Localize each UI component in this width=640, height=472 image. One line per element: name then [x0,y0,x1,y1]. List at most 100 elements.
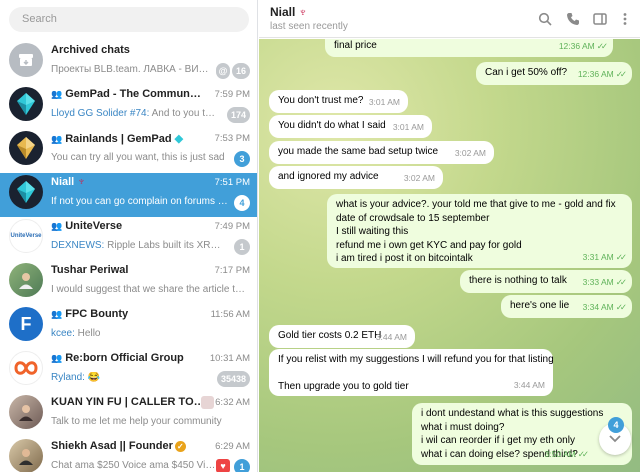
message-time: 3:44 AM [513,379,545,390]
kuan-avatar [9,395,43,429]
message-incoming[interactable]: you made the same bad setup twice 3:02 A… [269,141,494,164]
message-incoming[interactable]: Gold tier costs 0.2 ETH 3:44 AM [269,325,415,348]
message-time: 3:44 AM [375,331,407,342]
unread-count-badge: 4 [608,417,624,433]
message-time: 12:36 AM [558,40,595,51]
message-time: 12:36 AM [577,68,614,79]
chat-item-niall[interactable]: Niall ♆ 7:51 PM If not you can go complai… [0,173,257,217]
chat-item-tushar[interactable]: Tushar Periwal 7:17 PM I would suggest t… [0,261,257,305]
message-incoming[interactable]: You didn't do what I said 3:01 AM [269,115,432,138]
chat-title: Rainlands | GemPad [65,133,172,145]
message-incoming[interactable]: If you relist with my suggestions I will… [269,349,554,396]
chat-item-reborn[interactable]: 👥 Re:born Official Group 10:31 AM Ryland:… [0,349,257,393]
chat-time: 6:29 AM [215,441,250,452]
rainlands-avatar [9,131,43,165]
chat-title: GemPad - The Community's Lau... [65,88,201,100]
message-time: 3:33 AM [582,276,614,287]
message-outgoing[interactable]: final price 12:36 AM ✓✓ [325,39,613,57]
chat-preview: Talk to me let me help your community [51,416,222,427]
chat-time: 7:17 PM [214,265,250,276]
chat-sender: Ryland: [51,372,85,383]
chat-title: Shiekh Asad || Founder [51,440,173,452]
chat-title: UniteVerse [65,220,123,232]
message-outgoing[interactable]: there is nothing to talk 3:33 AM ✓✓ [460,270,632,293]
reborn-avatar [9,351,43,385]
message-incoming[interactable]: and ignored my advice 3:02 AM [269,166,443,189]
message-text: what is your advice?. your told me that … [336,199,616,210]
chat-title: Niall [51,176,75,188]
chat-item-archived[interactable]: Archived chats Проекты BLB.team. ЛАВКА -… [0,41,257,85]
message-time: 3:01 AM [368,96,400,107]
chat-preview: I would suggest that we share the articl… [51,284,249,295]
double-check-icon: ✓✓ [577,448,589,459]
shiekh-avatar [9,439,43,472]
chat-time: 7:49 PM [214,221,250,232]
double-check-icon: ✓✓ [615,68,627,79]
double-check-icon: ✓✓ [596,40,608,51]
message-text: i am tired i post it on bitcointalk [336,253,473,264]
phone-icon[interactable] [565,11,581,27]
chat-item-uniteverse[interactable]: UniteVerse 👥 UniteVerse 7:49 PM DEXNEWS: … [0,217,257,261]
chat-preview: You can try all you want, this is just s… [51,152,225,163]
chat-sender: DEXNEWS: [51,240,105,251]
chat-time: 11:56 AM [210,309,250,320]
message-text: Then upgrade you to gold tier [278,381,409,392]
unread-badge: 35438 [216,371,250,387]
message-text: what i can doing else? spend third? [421,448,578,460]
chat-sender: kcee: [51,328,75,339]
unread-badge: 1 [234,239,250,255]
sidebar-toggle-icon[interactable] [592,11,608,27]
chevron-down-icon [609,435,621,443]
group-icon: 👥 [51,134,63,144]
verified-icon: ✓ [174,440,186,452]
chat-time: 7:59 PM [214,89,250,100]
chat-preview: Hello [74,328,101,339]
tushar-avatar [9,263,43,297]
message-outgoing[interactable]: what is your advice?. your told me that … [327,194,632,268]
emoji-icon: ♆ [77,176,86,188]
group-icon: 👥 [51,353,63,363]
contact-name[interactable]: Niall [270,5,295,19]
unread-badge: 174 [226,107,250,123]
gempad-avatar [9,87,43,121]
group-icon: 👥 [51,89,63,99]
chat-preview: Chat ama $250 Voice ama $450 Video... [51,460,216,471]
chat-preview: And to you too C... [151,108,216,119]
chat-item-shiekh-asad[interactable]: Shiekh Asad || Founder ✓ 6:29 AM Chat ama… [0,437,257,472]
diamond-icon: ◆ [174,133,184,145]
unread-badge: 4 [234,195,250,211]
chat-list-sidebar: Search Archived chats Проекты BLB.team. … [0,0,258,472]
message-text: I still waiting this [336,226,409,237]
chat-preview: Ripple Labs built its XRP toke... [107,240,226,251]
message-text: i dont undestand what is this suggestion… [421,408,604,419]
unread-badge: 3 [234,151,250,167]
message-incoming[interactable]: You don't trust me? 3:01 AM [269,90,408,113]
chat-item-rainlands[interactable]: 👥 Rainlands | GemPad ◆ 7:53 PM You can try… [0,129,257,173]
mention-badge: @ [216,63,230,79]
message-time: 3:02 AM [454,147,486,158]
chat-title: KUAN YIN FU | CALLER TO HEA... [51,396,206,408]
chat-preview: 😂 [84,372,101,383]
message-time: 3:02 AM [403,172,435,183]
chat-header: Niall ♆ last seen recently [259,0,640,38]
search-input[interactable]: Search [9,7,249,32]
group-icon: 👥 [51,221,63,231]
more-options-icon[interactable] [617,11,633,27]
message-time: 3:01 AM [392,121,424,132]
message-outgoing[interactable]: Can i get 50% off? 12:36 AM ✓✓ [476,62,632,85]
message-outgoing[interactable]: here's one lie 3:34 AM ✓✓ [501,295,632,318]
niall-avatar [9,175,43,209]
uniteverse-avatar: UniteVerse [9,219,43,253]
group-icon: 👥 [51,309,63,319]
double-check-icon: ✓✓ [615,251,627,262]
chat-item-kuan-yin-fu[interactable]: KUAN YIN FU | CALLER TO HEA... 6:32 AM T… [0,393,257,437]
message-area[interactable]: final price 12:36 AM ✓✓ Can i get 50% off… [259,39,640,472]
chat-item-gempad[interactable]: 👥GemPad - The Community's Lau... 7:59 PM… [0,85,257,129]
chat-time: 10:31 AM [209,353,250,364]
message-text: refund me i own get KYC and pay for gold [336,239,522,251]
chat-item-fpc-bounty[interactable]: F 👥 FPC Bounty 11:56 AM kcee: Hello [0,305,257,349]
search-icon[interactable] [537,11,553,27]
message-text: If you relist with my suggestions I will… [278,354,554,365]
message-text: date of crowdsale to 15 september [336,212,490,224]
fpc-avatar: F [9,307,43,341]
